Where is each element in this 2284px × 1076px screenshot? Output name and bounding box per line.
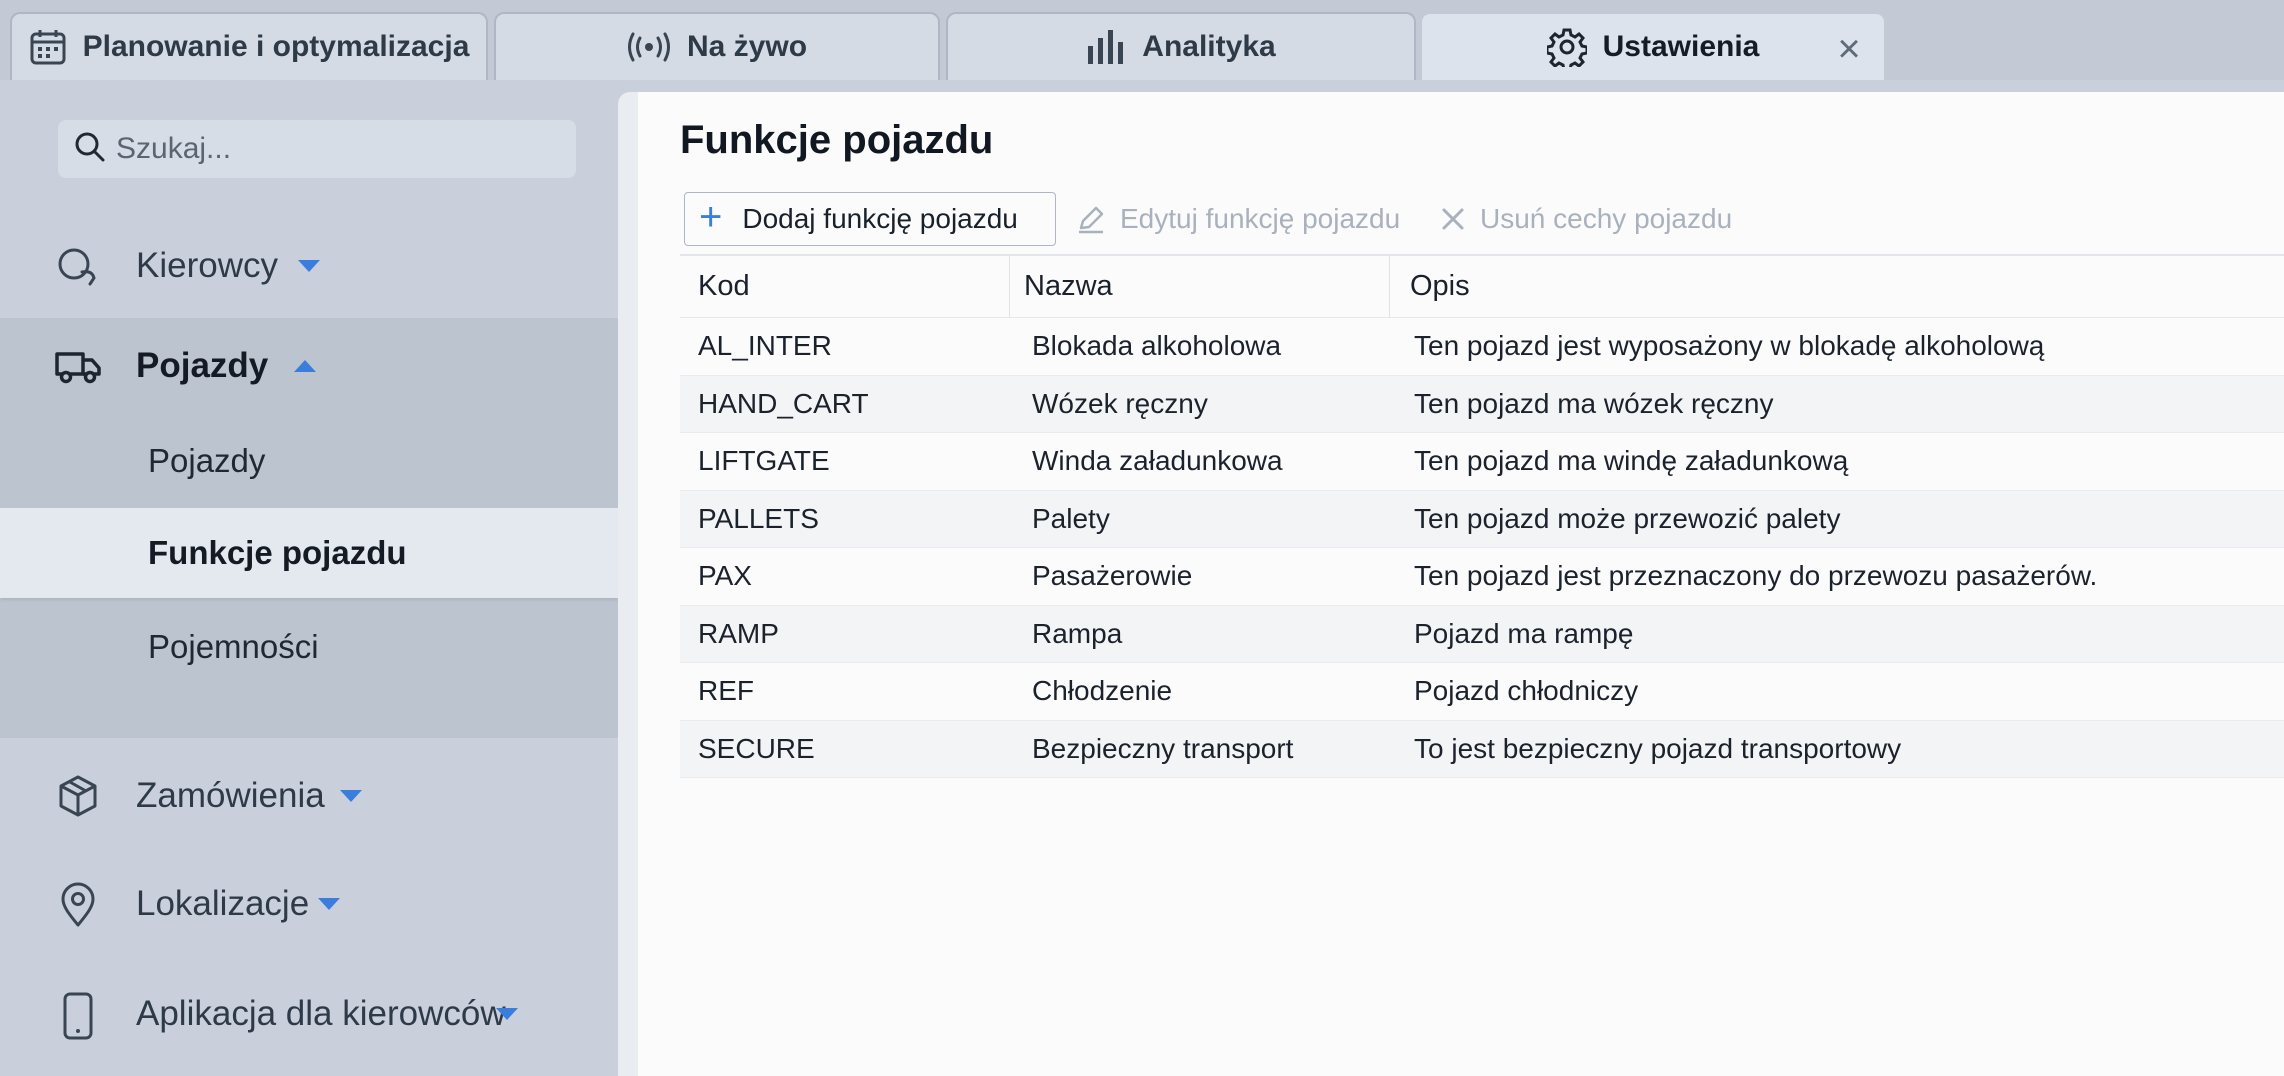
tab-label: Analityka [1142,30,1276,63]
chevron-down-icon [298,260,320,272]
main-panel: Funkcje pojazdu + Dodaj funkcję pojazdu … [618,92,2284,1076]
table-row[interactable]: PAX Pasażerowie Ten pojazd jest przeznac… [680,548,2284,606]
delete-vehicle-feature-button[interactable]: Usuń cechy pojazdu [1440,192,1732,246]
cell-code: LIFTGATE [698,445,830,477]
edit-vehicle-feature-button[interactable]: Edytuj funkcję pojazdu [1076,192,1400,246]
cell-name: Bezpieczny transport [1032,732,1294,764]
cell-name: Winda załadunkowa [1032,445,1283,477]
sidebar: Kierowcy Pojazdy Pojazdy Funkcje pojazdu… [0,80,636,1076]
search-icon [74,131,106,168]
add-button-label: Dodaj funkcję pojazdu [742,203,1018,234]
live-broadcast-icon [627,32,671,62]
cell-description: Pojazd ma rampę [1414,617,1634,649]
tab-analytics[interactable]: Analityka [946,12,1416,80]
vehicle-features-table: Kod Nazwa Opis AL_INTER Blokada alkoholo… [680,254,2284,778]
cell-code: PALLETS [698,502,819,534]
search-box[interactable] [58,120,576,178]
sidebar-item-vehicle-features[interactable]: Funkcje pojazdu [0,508,618,598]
sidebar-group-vehicles-expanded: Pojazdy Pojazdy Funkcje pojazdu Pojemnoś… [0,318,618,738]
table-header: Kod Nazwa Opis [680,255,2284,318]
table-row[interactable]: REF Chłodzenie Pojazd chłodniczy [680,663,2284,721]
table-row[interactable]: HAND_CART Wózek ręczny Ten pojazd ma wóz… [680,375,2284,433]
table-row[interactable]: LIFTGATE Winda załadunkowa Ten pojazd ma… [680,433,2284,491]
cell-description: Ten pojazd ma wózek ręczny [1414,387,1774,419]
cell-code: HAND_CART [698,387,869,419]
sidebar-group-vehicles[interactable]: Pojazdy [0,318,618,414]
close-tab-icon[interactable]: × [1832,29,1866,69]
cell-code: RAMP [698,617,779,649]
plus-icon: + [699,195,723,239]
table-row[interactable]: SECURE Bezpieczny transport To jest bezp… [680,720,2284,778]
sidebar-group-orders[interactable]: Zamówienia [0,748,618,844]
table-row[interactable]: AL_INTER Blokada alkoholowa Ten pojazd j… [680,318,2284,376]
sidebar-item-vehicles[interactable]: Pojazdy [0,416,618,506]
cell-code: REF [698,675,754,707]
cell-description: Ten pojazd jest przeznaczony do przewozu… [1414,560,2098,592]
cell-name: Rampa [1032,617,1123,649]
cell-description: Pojazd chłodniczy [1414,675,1639,707]
column-header-name[interactable]: Nazwa [1010,255,1390,318]
sidebar-group-label: Kierowcy [136,246,278,285]
truck-icon [54,344,101,388]
tab-label: Planowanie i optymalizacja [82,30,470,63]
tab-settings[interactable]: Ustawienia × [1420,12,1886,80]
chevron-down-icon [318,898,340,910]
cell-code: AL_INTER [698,330,832,362]
tab-bar: Planowanie i optymalizacja Na żywo Anali… [0,0,2284,80]
chevron-down-icon [340,790,362,802]
cell-name: Palety [1032,502,1110,534]
cell-name: Wózek ręczny [1032,387,1208,419]
sidebar-group-drivers[interactable]: Kierowcy [0,218,618,314]
mobile-phone-icon [56,992,100,1040]
sidebar-item-label: Funkcje pojazdu [148,534,407,571]
add-vehicle-feature-button[interactable]: + Dodaj funkcję pojazdu [684,192,1056,246]
sidebar-item-label: Pojazdy [148,442,266,479]
tab-planning[interactable]: Planowanie i optymalizacja [10,12,488,80]
table-body: AL_INTER Blokada alkoholowa Ten pojazd j… [680,318,2284,778]
sidebar-group-label: Lokalizacje [136,884,310,923]
cell-code: PAX [698,560,752,592]
sidebar-group-driver-app[interactable]: Aplikacja dla kierowców [0,966,618,1062]
chevron-up-icon [294,360,316,372]
cell-description: Ten pojazd może przewozić palety [1414,502,1841,534]
package-icon [56,774,100,818]
tab-live[interactable]: Na żywo [494,12,940,80]
close-icon [1440,206,1466,232]
map-pin-icon [56,882,100,927]
sidebar-item-capacities[interactable]: Pojemności [0,602,618,692]
edit-button-label: Edytuj funkcję pojazdu [1120,203,1401,234]
cell-description: To jest bezpieczny pojazd transportowy [1414,732,1902,764]
cell-name: Blokada alkoholowa [1032,330,1282,362]
cell-name: Pasażerowie [1032,560,1193,592]
search-input[interactable] [116,132,546,166]
toolbar: + Dodaj funkcję pojazdu Edytuj funkcję p… [684,192,2284,246]
drivers-icon [56,244,100,288]
sidebar-group-label: Aplikacja dla kierowców [136,994,506,1033]
table-row[interactable]: RAMP Rampa Pojazd ma rampę [680,605,2284,663]
page-title: Funkcje pojazdu [680,118,994,162]
sidebar-group-label: Zamówienia [136,776,325,815]
cell-name: Chłodzenie [1032,675,1173,707]
pencil-icon [1076,204,1106,234]
gear-icon [1546,27,1587,67]
sidebar-item-label: Pojemności [148,628,319,665]
sidebar-group-label: Pojazdy [136,346,269,385]
column-header-description[interactable]: Opis [1390,256,2284,318]
tab-label: Na żywo [686,30,808,63]
delete-button-label: Usuń cechy pojazdu [1480,203,1733,234]
column-header-code[interactable]: Kod [680,255,1010,318]
cell-code: SECURE [698,732,815,764]
sidebar-group-locations[interactable]: Lokalizacje [0,856,618,952]
cell-description: Ten pojazd ma windę załadunkową [1414,445,1849,477]
cell-description: Ten pojazd jest wyposażony w blokadę alk… [1414,330,2045,362]
chevron-down-icon [496,1008,518,1020]
bar-chart-icon [1086,30,1126,64]
calendar-icon [29,28,67,66]
tab-label: Ustawienia [1602,30,1760,63]
table-row[interactable]: PALLETS Palety Ten pojazd może przewozić… [680,490,2284,548]
